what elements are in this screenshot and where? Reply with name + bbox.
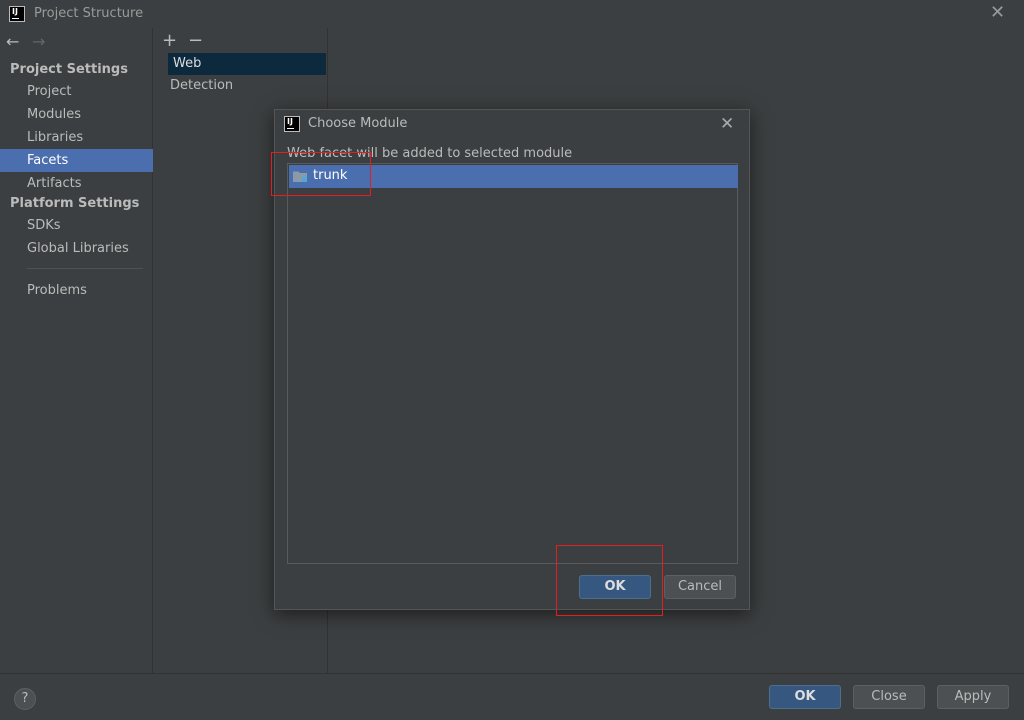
sidebar-item-facets[interactable]: Facets [0, 149, 153, 172]
sidebar-item-global-libraries[interactable]: Global Libraries [0, 237, 153, 260]
apply-button[interactable]: Apply [937, 685, 1009, 709]
forward-arrow-icon[interactable]: → [32, 32, 45, 51]
help-icon[interactable]: ? [14, 688, 36, 710]
choose-module-dialog: IJ Choose Module ✕ Web facet will be add… [274, 109, 750, 610]
close-button[interactable]: Close [853, 685, 925, 709]
dialog-title: Choose Module [308, 116, 408, 131]
project-settings-heading: Project Settings [10, 62, 128, 77]
dialog-description: Web facet will be added to selected modu… [287, 146, 573, 161]
module-row-trunk[interactable]: trunk [289, 165, 738, 188]
add-facet-icon[interactable]: + [162, 30, 177, 51]
facet-item-web[interactable]: Web [168, 53, 326, 75]
dialog-intellij-logo-icon: IJ [284, 116, 300, 132]
window-title: Project Structure [34, 6, 144, 21]
settings-sidebar: ← → Project Settings Project Modules Lib… [0, 28, 153, 673]
dialog-close-icon[interactable]: ✕ [720, 114, 734, 134]
dialog-cancel-button[interactable]: Cancel [664, 575, 736, 599]
platform-settings-heading: Platform Settings [10, 196, 140, 211]
module-list[interactable]: trunk [287, 163, 738, 564]
bottom-bar: ? OK Close Apply [0, 673, 1024, 720]
remove-facet-icon[interactable]: − [188, 30, 203, 51]
sidebar-divider [27, 268, 143, 269]
sidebar-item-sdks[interactable]: SDKs [0, 214, 153, 237]
dialog-ok-button[interactable]: OK [579, 575, 651, 599]
facet-item-detection[interactable]: Detection [168, 75, 326, 97]
window-close-icon[interactable]: ✕ [990, 3, 1005, 23]
sidebar-item-modules[interactable]: Modules [0, 103, 153, 126]
sidebar-item-project[interactable]: Project [0, 80, 153, 103]
sidebar-item-problems[interactable]: Problems [0, 279, 153, 302]
intellij-logo-icon: IJ [9, 6, 25, 22]
ok-button[interactable]: OK [769, 685, 841, 709]
sidebar-item-libraries[interactable]: Libraries [0, 126, 153, 149]
module-folder-icon [293, 171, 307, 182]
sidebar-item-artifacts[interactable]: Artifacts [0, 172, 153, 195]
back-arrow-icon[interactable]: ← [6, 32, 19, 51]
window-titlebar: IJ Project Structure ✕ [0, 0, 1024, 28]
module-label: trunk [313, 168, 348, 183]
